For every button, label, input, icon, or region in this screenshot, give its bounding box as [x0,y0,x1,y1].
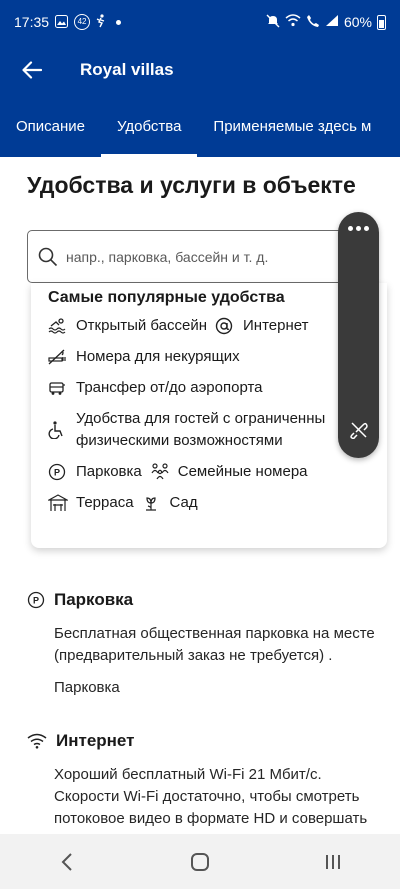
nav-back-button[interactable] [37,834,97,889]
battery-icon [377,14,386,30]
amenity-label: Номера для некурящих [76,348,240,365]
tab-bar: Описание Удобства Применяемые здесь м [0,96,400,157]
status-bar: 17:35 42 60% [0,0,400,44]
tab-amenities[interactable]: Удобства [101,96,198,157]
chevron-left-icon [61,852,72,871]
no-smoking-icon [48,346,68,368]
amenity-item: Терраса [48,492,134,514]
status-dot-icon [116,19,122,25]
internet-section: Интернет Хороший бесплатный Wi-Fi 21 Мби… [27,728,387,830]
parking-section: P Парковка Бесплатная общественная парко… [27,587,387,699]
amenity-item: Сад [142,492,198,514]
popular-row: Удобства для гостей с ограниченны физиче… [48,408,387,452]
parking-description: Бесплатная общественная парковка на мест… [54,625,375,664]
internet-section-header: Интернет [27,728,387,754]
amenity-item: Открытый бассейн [48,315,207,337]
svg-text:P: P [54,468,60,478]
arrow-left-icon [22,61,42,79]
signal-icon [325,14,339,30]
family-icon [150,461,170,483]
amenity-label: Парковка [76,463,142,480]
internet-body: Хороший бесплатный Wi-Fi 21 Мбит/с. Скор… [54,764,387,830]
parking-body: Бесплатная общественная парковка на мест… [54,623,387,699]
amenity-label: Открытый бассейн [76,317,208,334]
search-placeholder: напр., парковка, бассейн и т. д. [66,248,269,265]
link-off-icon[interactable] [349,421,368,444]
amenity-label: Семейные номера [177,463,308,480]
parking-section-header: P Парковка [27,587,387,613]
amenity-label: Сад [169,494,198,511]
internet-icon [215,315,235,337]
system-nav-bar [0,834,400,889]
page-title: Удобства и услуги в объекте [27,172,356,198]
wifi-icon [27,733,47,749]
fitness-icon [96,13,106,31]
recents-icon [326,854,341,869]
popular-row: Открытый бассейн Интернет [48,315,387,337]
pool-icon [48,315,68,337]
popular-amenities-title: Самые популярные удобства [48,289,285,306]
garden-icon [142,492,162,514]
popular-row: Терраса Сад [48,492,387,514]
internet-description: Хороший бесплатный Wi-Fi 21 Мбит/с. Скор… [54,766,368,827]
tab-description[interactable]: Описание [0,96,101,157]
parking-title: Парковка [54,590,134,609]
status-time: 17:35 [14,14,50,30]
battery-percent: 60% [343,14,372,30]
amenity-label-line2: физическими возможностями [76,432,283,449]
internet-title: Интернет [56,731,135,750]
app-bar: Royal villas [0,44,400,96]
parking-icon: P [48,461,68,483]
parking-icon: P [27,591,45,609]
amenity-label: Интернет [243,317,309,334]
amenity-item: Семейные номера [150,461,308,483]
wheelchair-icon [48,408,68,452]
nav-home-button[interactable] [170,834,230,889]
gallery-icon [55,14,69,30]
amenity-label: Терраса [76,494,134,511]
popular-amenities-card: Самые популярные удобства Открытый бассе… [31,283,387,548]
popular-row: Трансфер от/до аэропорта [48,377,387,399]
tab-house-rules[interactable]: Применяемые здесь м [197,96,387,157]
search-icon [38,247,58,266]
amenity-label-multiline: Удобства для гостей с ограниченны физиче… [76,408,325,452]
call-icon [306,14,320,31]
terrace-icon [48,492,68,514]
mute-icon [266,14,280,31]
parking-subitem: Парковка [54,679,120,696]
search-input[interactable]: напр., парковка, бассейн и т. д. [27,230,363,283]
back-button[interactable] [0,44,64,96]
floating-toolbar[interactable] [338,212,379,458]
shuttle-icon [48,377,68,399]
amenity-item: Интернет [215,315,308,337]
amenity-label: Трансфер от/до аэропорта [76,379,263,396]
notification-badge: 42 [74,14,91,30]
svg-text:P: P [33,596,39,606]
popular-row: Номера для некурящих [48,346,387,368]
wifi-icon [285,14,301,30]
amenity-item: P Парковка [48,461,142,483]
amenity-label: Удобства для гостей с ограниченны [76,410,326,427]
popular-row: P Парковка Семейные номера [48,461,387,483]
nav-recents-button[interactable] [303,834,363,889]
home-icon [190,852,209,871]
more-options-icon[interactable] [348,226,369,231]
app-title: Royal villas [80,60,174,79]
